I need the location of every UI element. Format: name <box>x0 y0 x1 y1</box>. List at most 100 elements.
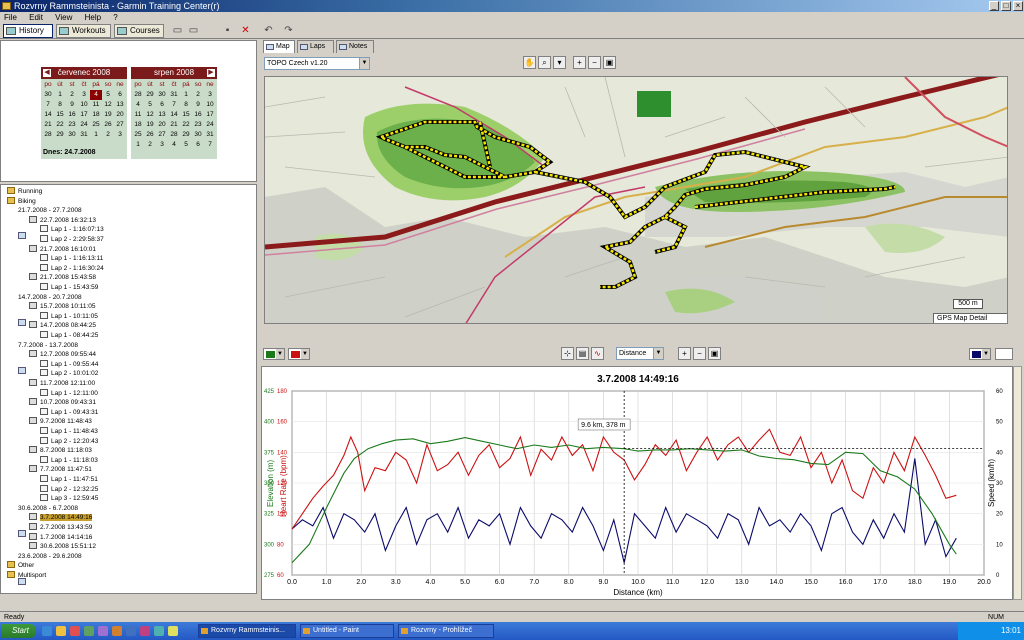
calendar-day[interactable]: 1 <box>180 90 192 100</box>
calendar-day[interactable]: 9 <box>66 100 78 110</box>
tree-lap-item[interactable]: Lap 1 - 1:16:07:13 <box>40 225 104 235</box>
tree-activity-item[interactable]: 10.7.2008 09:43:31 <box>29 398 96 408</box>
tree-week-item[interactable]: 14.7.2008 - 20.7.2008 <box>18 293 82 326</box>
undo-icon[interactable]: ↶ <box>263 26 274 36</box>
chart-zoom-fit-icon[interactable]: ▣ <box>708 347 721 360</box>
chart-zoom-out-icon[interactable]: − <box>693 347 706 360</box>
calendar-day[interactable]: 2 <box>192 90 204 100</box>
tree-lap-item[interactable]: Lap 1 - 1:16:13:11 <box>40 254 103 264</box>
calendar-day[interactable]: 12 <box>144 110 156 120</box>
delete-icon[interactable]: ✕ <box>240 26 251 36</box>
select-arrow-icon[interactable]: ▾ <box>553 56 566 69</box>
calendar-day[interactable]: 16 <box>66 110 78 120</box>
calendar-day[interactable]: 18 <box>132 120 144 130</box>
calendar-day[interactable]: 31 <box>168 90 180 100</box>
calendar-day[interactable]: 29 <box>180 130 192 140</box>
tree-lap-item[interactable]: Lap 3 - 12:59:45 <box>40 494 98 504</box>
calendar-day[interactable]: 18 <box>90 110 102 120</box>
calendar-day[interactable]: 15 <box>180 110 192 120</box>
calendar-day[interactable]: 17 <box>78 110 90 120</box>
calendar-day[interactable]: 2 <box>66 90 78 100</box>
calendar-day[interactable]: 25 <box>132 130 144 140</box>
calendar-day[interactable]: 26 <box>144 130 156 140</box>
menu-file[interactable]: File <box>4 13 17 22</box>
calendar-day[interactable]: 27 <box>114 120 126 130</box>
calendar-day[interactable]: 6 <box>156 100 168 110</box>
calendar-day[interactable]: 6 <box>114 90 126 100</box>
tree-activity-item[interactable]: 21.7.2008 15:43:58 <box>29 273 96 283</box>
chart-tool-icon[interactable]: ⊹ <box>561 347 574 360</box>
calendar-day[interactable]: 2 <box>102 130 114 140</box>
quicklaunch-app7-icon[interactable] <box>168 626 178 636</box>
tree-week-item[interactable]: 30.6.2008 - 6.7.2008 <box>18 504 78 537</box>
tree-lap-item[interactable]: Lap 2 - 12:20:43 <box>40 436 98 447</box>
tree-lap-item[interactable]: Lap 2 - 1:16:30:24 <box>40 263 104 274</box>
calendar-day[interactable]: 8 <box>54 100 66 110</box>
calendar-day[interactable]: 25 <box>90 120 102 130</box>
calendar-day[interactable]: 7 <box>204 140 216 150</box>
calendar-day[interactable]: 7 <box>168 100 180 110</box>
start-button[interactable]: Start <box>2 624 36 638</box>
tree-folder-item[interactable]: Multisport <box>7 571 46 581</box>
calendar-day[interactable]: 14 <box>168 110 180 120</box>
device-send-icon[interactable]: ▭ <box>188 26 199 36</box>
tree-lap-item[interactable]: Lap 1 - 09:55:44 <box>40 359 98 370</box>
tree-activity-item[interactable]: 1.7.2008 14:14:16 <box>29 532 92 543</box>
xaxis-mode-select[interactable]: Distance ▼ <box>616 347 664 360</box>
calendar-day[interactable]: 28 <box>132 90 144 100</box>
tree-lap-item[interactable]: Lap 1 - 11:47:51 <box>40 475 98 485</box>
calendar-day[interactable]: 4 <box>90 90 102 100</box>
zoom-fit-icon[interactable]: ▣ <box>603 56 616 69</box>
tree-activity-item[interactable]: 30.6.2008 15:51:12 <box>29 542 96 552</box>
quicklaunch-app2-icon[interactable] <box>98 626 108 636</box>
tree-lap-item[interactable]: Lap 2 - 2:29:58:37 <box>40 235 104 245</box>
tree-lap-item[interactable]: Lap 1 - 10:11:05 <box>40 311 98 322</box>
tree-lap-item[interactable]: Lap 1 - 12:11:00 <box>40 388 98 399</box>
zoom-select-icon[interactable]: ⌕ <box>538 56 551 69</box>
tree-week-item[interactable]: 7.7.2008 - 13.7.2008 <box>18 341 78 374</box>
calendar-day[interactable]: 17 <box>204 110 216 120</box>
tab-laps[interactable]: Laps <box>297 40 334 53</box>
quicklaunch-desktop-icon[interactable] <box>42 626 52 636</box>
quicklaunch-browser-icon[interactable] <box>56 626 66 636</box>
calendar-day[interactable]: 2 <box>144 140 156 150</box>
chart-line-icon[interactable]: ∿ <box>591 347 604 360</box>
calendar-day[interactable]: 1 <box>54 90 66 100</box>
map-view[interactable]: 500 m GPS Map Detail <box>264 76 1008 324</box>
menu-question[interactable]: ? <box>113 13 117 22</box>
calendar-day[interactable]: 27 <box>156 130 168 140</box>
new-icon[interactable]: ▪ <box>222 26 233 36</box>
tab-map[interactable]: Map <box>263 40 295 53</box>
calendar-day[interactable]: 16 <box>192 110 204 120</box>
elevation-color-picker[interactable]: ▼ <box>263 348 285 360</box>
calendar-day[interactable]: 4 <box>168 140 180 150</box>
task-viewer[interactable]: Rozvrny - Prohlížeč <box>398 624 494 638</box>
tree-week-item[interactable]: 21.7.2008 - 27.7.2008 <box>18 206 82 240</box>
chart-fill-icon[interactable]: ▤ <box>576 347 589 360</box>
calendar-day[interactable]: 31 <box>78 130 90 140</box>
maximize-button[interactable]: □ <box>1001 1 1011 11</box>
calendar-day[interactable]: 20 <box>156 120 168 130</box>
tree-activity-item[interactable]: 11.7.2008 12:11:00 <box>29 379 95 389</box>
calendar-day[interactable]: 30 <box>156 90 168 100</box>
calendar-day[interactable]: 20 <box>114 110 126 120</box>
map-product-select[interactable]: TOPO Czech v1.20 ▼ <box>264 57 370 70</box>
pan-hand-icon[interactable]: ✋ <box>523 56 536 69</box>
tree-lap-item[interactable]: Lap 1 - 11:48:43 <box>40 427 98 437</box>
tree-week-item[interactable]: 23.6.2008 - 29.6.2008 <box>18 552 82 585</box>
tree-activity-item[interactable]: 8.7.2008 11:18:03 <box>29 446 92 456</box>
quicklaunch-app3-icon[interactable] <box>112 626 122 636</box>
minimize-button[interactable]: _ <box>989 1 999 11</box>
calendar-day[interactable]: 10 <box>204 100 216 110</box>
calendar-day[interactable]: 13 <box>114 100 126 110</box>
tree-activity-item[interactable]: 2.7.2008 13:43:59 <box>29 523 92 533</box>
calendar-day[interactable]: 30 <box>42 90 54 100</box>
tree-lap-item[interactable]: Lap 1 - 15:43:59 <box>40 283 98 293</box>
quicklaunch-media-icon[interactable] <box>70 626 80 636</box>
calendar-day[interactable]: 23 <box>192 120 204 130</box>
calendar-day[interactable]: 5 <box>102 90 114 100</box>
calendar-day[interactable]: 24 <box>78 120 90 130</box>
menu-view[interactable]: View <box>55 13 72 22</box>
calendar-day[interactable]: 31 <box>204 130 216 140</box>
tree-activity-item[interactable]: 14.7.2008 08:44:25 <box>29 321 96 331</box>
